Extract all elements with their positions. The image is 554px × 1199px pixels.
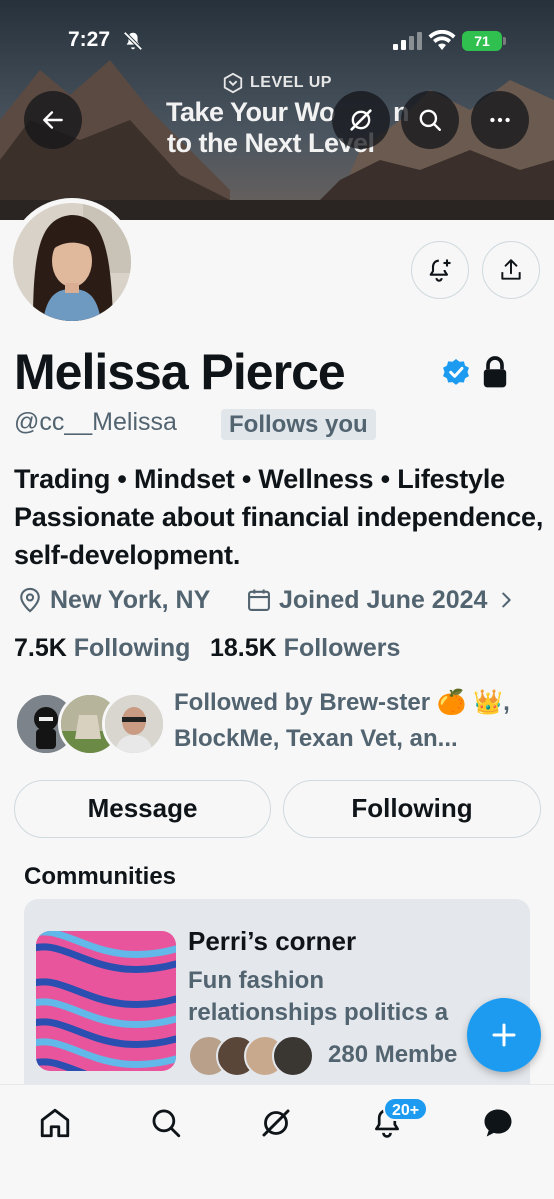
verified-badge-icon [443,359,469,385]
tab-explore[interactable] [144,1101,188,1145]
home-icon [40,1108,70,1138]
chevron-right-icon [502,592,512,608]
community-name: Perri’s corner [188,926,357,956]
compose-post-button[interactable] [467,998,541,1072]
following-button[interactable]: Following [283,780,541,838]
avatar-photo [13,203,131,321]
tab-grok[interactable] [254,1101,298,1145]
banner-brand-text: LEVEL UP [250,74,332,91]
battery-percent: 71 [474,33,490,49]
profile-bio: Trading • Mindset • Wellness • Lifestyle… [14,464,544,570]
search-icon [152,1109,181,1138]
followers-label: Followers [283,634,401,662]
community-description: Fun fashion relationships politics a [188,965,518,1029]
joined-text: Joined June 2024 [279,585,488,614]
more-horizontal-icon [490,117,510,123]
profile-banner[interactable]: 7:27 71 LEVEL UP Take Your Won to the Ne… [0,0,554,220]
community-card[interactable]: Perri’s corner Fun fashion relationships… [24,899,530,1099]
wifi-icon [428,30,456,50]
mutual-avatar-3-image [105,695,163,753]
message-button[interactable]: Message [14,780,271,838]
tab-home[interactable] [33,1101,77,1145]
banner-headline-part1: Take Your Wo [166,97,336,127]
status-bar: 7:27 71 [0,0,554,70]
grok-icon [350,109,372,131]
community-thumbnail-image [36,931,176,1071]
back-button[interactable] [24,91,82,149]
battery-tip-icon [503,37,506,45]
following-count: 7.5K [14,634,67,662]
follows-you-badge: Follows you [221,409,376,440]
location-text: New York, NY [50,585,211,614]
notify-subscribe-button[interactable] [411,241,469,299]
calendar-icon [248,589,270,611]
battery-level: 71 [462,31,502,51]
location-pin-icon [20,587,40,613]
profile-avatar[interactable] [8,198,136,326]
communities-heading: Communities [24,863,177,890]
protected-lock-icon [483,356,507,388]
share-icon [501,259,521,280]
notifications-badge: 20+ [383,1097,429,1121]
grok-button[interactable] [332,91,390,149]
level-up-logo-icon [223,72,243,94]
profile-name: Melissa Pierce [14,344,346,400]
share-profile-button[interactable] [482,241,540,299]
profile-joined[interactable]: Joined June 2024 [245,583,523,617]
member-avatar [272,1035,314,1077]
following-label: Following [73,634,191,662]
bottom-tab-bar [0,1084,554,1199]
chat-bubble-icon [484,1109,512,1137]
cellular-signal-icon [393,32,422,50]
followers-count: 18.5K [210,634,277,662]
search-button[interactable] [401,91,459,149]
profile-handle: @cc__Melissa [14,408,177,436]
status-time: 7:27 [68,28,111,51]
followed-by-text[interactable]: Followed by Brew-ster 🍊 👑, BlockMe, Texa… [174,685,546,757]
more-options-button[interactable] [471,91,529,149]
search-icon [419,109,441,131]
mutual-followers-avatars[interactable] [14,692,166,756]
tab-messages[interactable] [476,1101,520,1145]
mutual-avatar [102,692,166,756]
followers-count-link[interactable]: 18.5K Followers [210,634,400,663]
following-count-link[interactable]: 7.5K Following [14,634,190,663]
bell-mute-icon [123,31,143,51]
grok-icon [262,1109,290,1137]
bell-plus-icon [429,259,451,282]
community-thumbnail [36,931,176,1071]
community-description-line1: Fun fashion [188,967,324,994]
profile-location: New York, NY [16,583,210,617]
plus-icon [492,1023,516,1047]
community-member-count: 280 Membe [328,1041,458,1068]
banner-brand: LEVEL UP [222,72,332,94]
arrow-left-icon [43,111,63,129]
